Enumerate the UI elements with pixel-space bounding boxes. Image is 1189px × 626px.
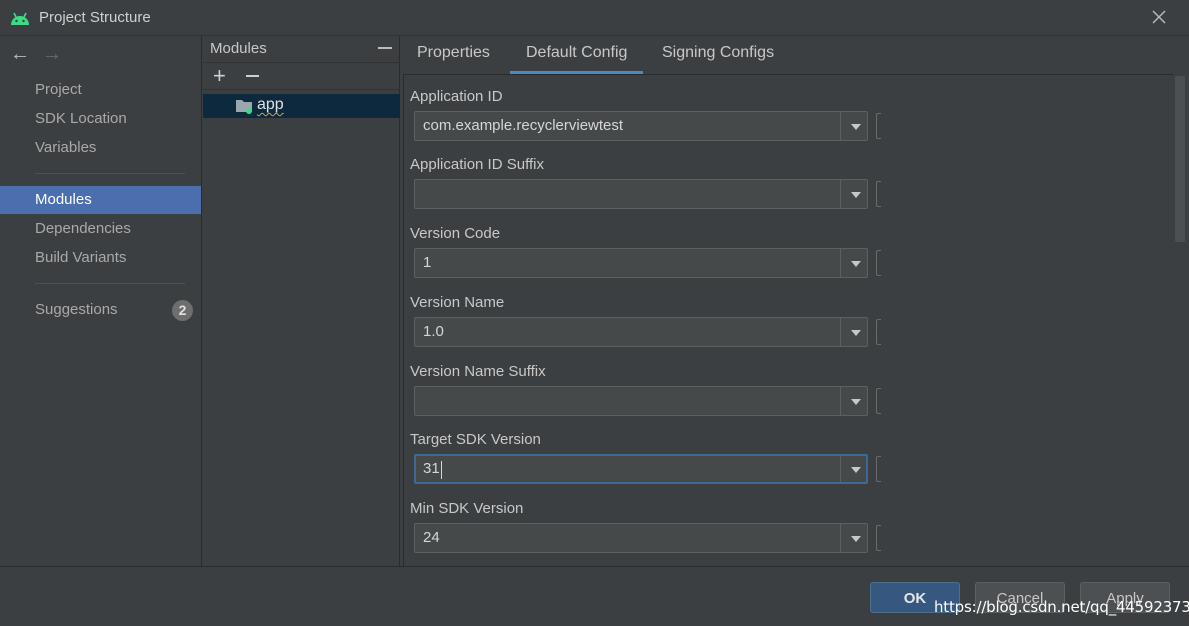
dropdown-arrow-icon[interactable] xyxy=(851,399,861,405)
sidebar-item-build-variants[interactable]: Build Variants xyxy=(0,244,201,272)
version-code-combo[interactable]: 1 xyxy=(414,248,868,278)
tab-signing-configs[interactable]: Signing Configs xyxy=(662,44,774,74)
add-module-icon[interactable]: + xyxy=(213,64,226,88)
dropdown-arrow-icon[interactable] xyxy=(851,330,861,336)
suggestions-count-badge: 2 xyxy=(172,300,193,321)
version-name-suffix-extra-button[interactable] xyxy=(876,388,881,414)
min-sdk-version-extra-button[interactable] xyxy=(876,525,881,551)
tab-default-config[interactable]: Default Config xyxy=(509,44,644,74)
version-name-value: 1.0 xyxy=(423,323,444,340)
application-id-suffix-combo[interactable] xyxy=(414,179,868,209)
version-name-suffix-combo[interactable] xyxy=(414,386,868,416)
version-code-label: Version Code xyxy=(410,225,501,242)
application-id-value: com.example.recyclerviewtest xyxy=(423,117,624,134)
tab-properties[interactable]: Properties xyxy=(417,44,490,74)
sidebar-item-dependencies[interactable]: Dependencies xyxy=(0,215,201,243)
modules-title: Modules xyxy=(210,40,267,57)
target-sdk-version-extra-button[interactable] xyxy=(876,456,881,482)
dropdown-arrow-icon[interactable] xyxy=(851,192,861,198)
version-code-extra-button[interactable] xyxy=(876,250,881,276)
combo-divider xyxy=(840,180,841,208)
remove-module-icon[interactable] xyxy=(246,75,259,77)
version-code-value: 1 xyxy=(423,254,432,271)
default-config-form: Application ID com.example.recyclerviewt… xyxy=(403,74,1173,566)
dropdown-arrow-icon[interactable] xyxy=(851,124,861,130)
min-sdk-version-label: Min SDK Version xyxy=(410,500,524,517)
modules-toolbar: + xyxy=(203,62,400,90)
sidebar-item-project[interactable]: Project xyxy=(0,76,201,104)
watermark-text: https://blog.csdn.net/qq_44592373 xyxy=(934,598,1189,616)
dropdown-arrow-icon[interactable] xyxy=(851,261,861,267)
version-name-extra-button[interactable] xyxy=(876,319,881,345)
tab-bar: Properties Default Config Signing Config… xyxy=(401,36,1189,74)
min-sdk-version-combo[interactable]: 24 xyxy=(414,523,868,553)
sidebar-item-suggestions[interactable]: Suggestions xyxy=(0,296,201,324)
title-bar: Project Structure xyxy=(0,0,1189,36)
version-name-combo[interactable]: 1.0 xyxy=(414,317,868,347)
module-config-pane: Properties Default Config Signing Config… xyxy=(401,36,1189,566)
combo-divider xyxy=(840,112,841,140)
sidebar-divider xyxy=(35,283,185,284)
sidebar-item-variables[interactable]: Variables xyxy=(0,134,201,162)
dialog-button-bar: OK Cancel Apply https://blog.csdn.net/qq… xyxy=(0,566,1189,626)
application-id-extra-button[interactable] xyxy=(876,113,881,139)
combo-divider xyxy=(840,456,841,482)
dropdown-arrow-icon[interactable] xyxy=(851,467,861,473)
dropdown-arrow-icon[interactable] xyxy=(851,536,861,542)
sidebar-divider xyxy=(35,173,185,174)
close-icon[interactable] xyxy=(1151,9,1167,25)
module-folder-icon xyxy=(235,98,253,118)
forward-arrow-icon[interactable]: → xyxy=(42,44,62,64)
module-list-item[interactable]: app xyxy=(203,94,400,118)
version-name-suffix-label: Version Name Suffix xyxy=(410,363,546,380)
combo-divider xyxy=(840,387,841,415)
back-arrow-icon[interactable]: ← xyxy=(10,44,30,64)
target-sdk-version-value: 31 xyxy=(423,460,440,477)
target-sdk-version-combo[interactable]: 31 xyxy=(414,454,868,484)
combo-divider xyxy=(840,318,841,346)
android-icon xyxy=(9,10,31,30)
application-id-suffix-label: Application ID Suffix xyxy=(410,156,544,173)
module-name: app xyxy=(257,96,284,113)
combo-divider xyxy=(840,524,841,552)
application-id-label: Application ID xyxy=(410,88,503,105)
vertical-scrollbar[interactable] xyxy=(1175,76,1185,242)
sidebar-item-sdk-location[interactable]: SDK Location xyxy=(0,105,201,133)
version-name-label: Version Name xyxy=(410,294,505,311)
application-id-combo[interactable]: com.example.recyclerviewtest xyxy=(414,111,868,141)
min-sdk-version-value: 24 xyxy=(423,529,440,546)
target-sdk-version-label: Target SDK Version xyxy=(410,431,541,448)
combo-divider xyxy=(840,249,841,277)
modules-panel: Modules + app xyxy=(203,36,400,566)
window-title: Project Structure xyxy=(39,9,151,26)
collapse-icon[interactable] xyxy=(378,47,392,49)
sidebar-item-modules[interactable]: Modules xyxy=(0,186,201,214)
application-id-suffix-extra-button[interactable] xyxy=(876,181,881,207)
sidebar: ← → Project SDK Location Variables Modul… xyxy=(0,36,202,566)
text-caret xyxy=(441,461,442,479)
